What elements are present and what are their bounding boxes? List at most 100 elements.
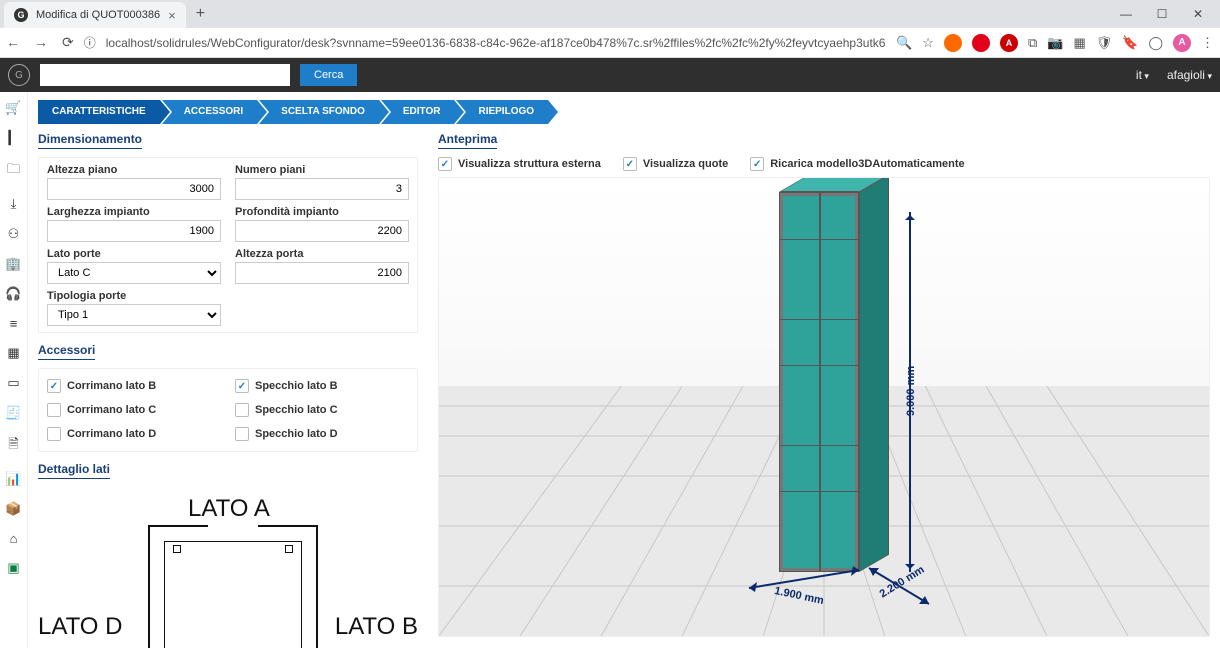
cb-label: Specchio lato C <box>255 404 338 416</box>
home-icon[interactable]: ⌂ <box>10 531 18 546</box>
profondita-label: Profondità impianto <box>235 206 409 218</box>
lato-porte-select[interactable]: Lato C <box>47 262 221 284</box>
cb-quote[interactable] <box>623 157 637 171</box>
numero-piani-input[interactable] <box>235 178 409 200</box>
cb-specchio-d[interactable] <box>235 427 249 441</box>
cb-label: Visualizza quote <box>643 158 728 170</box>
browser-chrome: G Modifica di QUOT000386 × + — ☐ ✕ ← → ⟳… <box>0 0 1220 58</box>
cb-specchio-b[interactable] <box>235 379 249 393</box>
tab-title: Modifica di QUOT000386 <box>36 9 160 21</box>
cb-struttura[interactable] <box>438 157 452 171</box>
box-icon[interactable]: 📦 <box>5 501 21 517</box>
wizard-step-sfondo[interactable]: SCELTA SFONDO <box>259 100 379 124</box>
tag-icon[interactable]: 🔖 <box>1122 35 1138 51</box>
reload-icon[interactable]: ⟳ <box>62 34 74 51</box>
tipologia-select[interactable]: Tipo 1 <box>47 304 221 326</box>
wizard-step-editor[interactable]: EDITOR <box>381 100 455 124</box>
lato-b-label: LATO B <box>335 613 418 641</box>
firefox-icon[interactable] <box>944 34 962 52</box>
app-header: G Cerca it afagioli <box>0 58 1220 92</box>
preview-3d-viewport[interactable]: 9.000 mm 1.900 mm 2.200 mm <box>438 177 1210 637</box>
user-dropdown[interactable]: afagioli <box>1167 68 1212 82</box>
dim-arrows-bottom <box>739 558 939 608</box>
chart-icon[interactable]: 📊 <box>5 471 21 487</box>
excel-icon[interactable]: ▣ <box>7 560 19 576</box>
larghezza-label: Larghezza impianto <box>47 206 221 218</box>
extension-icons: 🔍 ☆ A ⧉ 📷 ▦ 🛡 🔖 ◯ A ⋮ <box>896 34 1214 52</box>
search-button[interactable]: Cerca <box>300 64 357 86</box>
cb-corrimano-d[interactable] <box>47 427 61 441</box>
larghezza-input[interactable] <box>47 220 221 242</box>
altezza-porta-input[interactable] <box>235 262 409 284</box>
tipologia-label: Tipologia porte <box>47 290 221 302</box>
list-icon[interactable]: ▎ <box>9 130 19 146</box>
cb-ricarica[interactable] <box>750 157 764 171</box>
wizard-step-caratteristiche[interactable]: CARATTERISTICHE <box>38 100 160 124</box>
altezza-porta-label: Altezza porta <box>235 248 409 260</box>
dot-icon[interactable]: ◯ <box>1148 35 1163 51</box>
new-tab-button[interactable]: + <box>186 5 215 23</box>
ext-icon-1[interactable]: ⧉ <box>1028 35 1037 51</box>
cb-label: Corrimano lato B <box>67 380 156 392</box>
doc-icon[interactable]: 🗎 <box>8 435 18 457</box>
building-icon[interactable]: 🏢 <box>5 256 21 272</box>
section-accessori-title: Accessori <box>38 343 95 360</box>
site-info-icon[interactable]: ⓘ <box>84 34 96 51</box>
wizard-steps: CARATTERISTICHE ACCESSORI SCELTA SFONDO … <box>38 100 1210 124</box>
language-dropdown[interactable]: it <box>1136 68 1149 82</box>
rows-icon[interactable]: ≡ <box>10 316 18 331</box>
star-icon[interactable]: ☆ <box>922 35 934 51</box>
numero-piani-label: Numero piani <box>235 164 409 176</box>
opera-icon[interactable] <box>972 34 990 52</box>
forward-icon[interactable]: → <box>34 34 48 51</box>
dim-height: 9.000 mm <box>905 366 917 416</box>
lato-a-label: LATO A <box>188 495 270 523</box>
tab-favicon: G <box>14 8 28 22</box>
cb-label: Ricarica modello3DAutomaticamente <box>770 158 964 170</box>
shield-icon[interactable]: 🛡 <box>1096 35 1113 51</box>
wizard-step-riepilogo[interactable]: RIEPILOGO <box>456 100 548 124</box>
section-anteprima-title: Anteprima <box>438 132 497 149</box>
close-icon[interactable]: × <box>168 8 176 23</box>
search-icon[interactable]: 🔍 <box>896 35 912 51</box>
altezza-piano-label: Altezza piano <box>47 164 221 176</box>
cb-label: Corrimano lato D <box>67 428 156 440</box>
altezza-piano-input[interactable] <box>47 178 221 200</box>
search-input[interactable] <box>40 64 290 86</box>
cb-corrimano-c[interactable] <box>47 403 61 417</box>
cart-icon[interactable]: 🛒 <box>5 100 21 116</box>
profondita-input[interactable] <box>235 220 409 242</box>
section-dettaglio-title: Dettaglio lati <box>38 462 110 479</box>
camera-icon[interactable]: 📷 <box>1047 35 1063 51</box>
cb-label: Specchio lato D <box>255 428 338 440</box>
dettaglio-diagram: LATO A LATO B LATO D <box>38 495 418 648</box>
avatar-icon[interactable]: A <box>1173 34 1191 52</box>
wizard-step-accessori[interactable]: ACCESSORI <box>162 100 257 124</box>
close-window-icon[interactable]: ✕ <box>1180 7 1216 21</box>
url-text[interactable]: localhost/solidrules/WebConfigurator/des… <box>106 36 886 50</box>
cb-label: Visualizza struttura esterna <box>458 158 601 170</box>
adobe-icon[interactable]: A <box>1000 34 1018 52</box>
address-bar: ← → ⟳ ⓘ localhost/solidrules/WebConfigur… <box>0 28 1220 58</box>
cb-label: Specchio lato B <box>255 380 338 392</box>
cb-specchio-c[interactable] <box>235 403 249 417</box>
org-icon[interactable]: ⚇ <box>8 226 20 242</box>
maximize-icon[interactable]: ☐ <box>1144 7 1180 21</box>
cb-corrimano-b[interactable] <box>47 379 61 393</box>
download-icon[interactable]: ⤓ <box>11 196 17 212</box>
support-icon[interactable]: 🎧 <box>5 286 21 302</box>
menu-icon[interactable]: ⋮ <box>1201 35 1214 51</box>
back-icon[interactable]: ← <box>6 34 20 51</box>
minimize-icon[interactable]: — <box>1108 7 1144 21</box>
folder-icon[interactable]: 🗀 <box>7 160 20 182</box>
card-icon[interactable]: ▭ <box>7 375 19 391</box>
receipt-icon[interactable]: 🧾 <box>5 405 21 421</box>
browser-tab[interactable]: G Modifica di QUOT000386 × <box>4 2 186 28</box>
model-tower <box>779 192 889 572</box>
grid-icon[interactable]: ▦ <box>1073 35 1085 51</box>
app-logo[interactable]: G <box>8 64 30 86</box>
tab-bar: G Modifica di QUOT000386 × + — ☐ ✕ <box>0 0 1220 28</box>
main-content: CARATTERISTICHE ACCESSORI SCELTA SFONDO … <box>28 92 1220 648</box>
window-controls: — ☐ ✕ <box>1108 7 1216 21</box>
calendar-icon[interactable]: ▦ <box>7 345 19 361</box>
